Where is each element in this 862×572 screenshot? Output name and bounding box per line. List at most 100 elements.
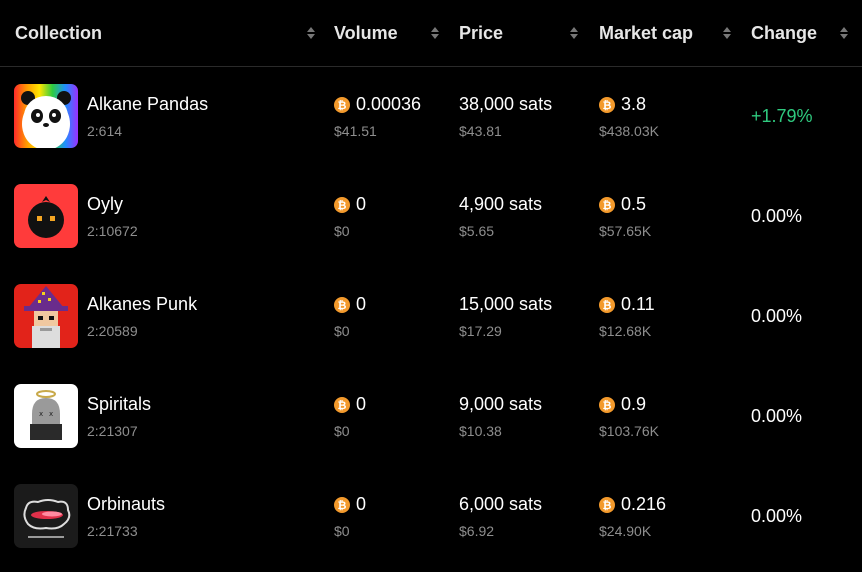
- market-cap-btc: ₿ 0.11: [599, 294, 655, 315]
- volume-btc: ₿ 0: [334, 494, 366, 515]
- market-cap-btc-value: 0.216: [621, 494, 667, 514]
- bitcoin-icon: ₿: [334, 396, 350, 413]
- market-cap-btc: ₿ 0.216: [599, 494, 666, 515]
- market-cap-btc-value: 3.8: [621, 94, 647, 114]
- table-header: Collection Volume Price Market cap Chang…: [0, 0, 862, 67]
- volume-btc-value: 0: [356, 194, 367, 214]
- sort-icon: [306, 25, 316, 41]
- market-cap-btc-value: 0.11: [621, 294, 655, 314]
- price-usd: $6.92: [459, 523, 495, 539]
- svg-text:₿: ₿: [338, 499, 347, 512]
- market-cap-usd: $438.03K: [599, 123, 659, 139]
- change-value: 0.00%: [751, 406, 803, 426]
- panda-avatar-icon: [14, 84, 78, 148]
- collection-name[interactable]: Oyly: [87, 194, 123, 215]
- sort-icon: [430, 25, 440, 41]
- volume-usd: $0: [334, 223, 350, 239]
- oyly-blob-avatar-icon: [14, 184, 78, 248]
- volume-usd: $0: [334, 523, 350, 539]
- column-header-price[interactable]: Price: [459, 0, 579, 66]
- volume-btc-value: 0: [356, 294, 367, 314]
- volume-usd: $0: [334, 423, 350, 439]
- price-sats: 6,000 sats: [459, 494, 543, 514]
- collection-id: 2:614: [87, 123, 123, 139]
- collection-id: 2:21307: [87, 423, 138, 439]
- price-sats: 15,000 sats: [459, 294, 553, 314]
- column-header-label: Collection: [15, 22, 103, 43]
- svg-text:₿: ₿: [338, 299, 347, 312]
- column-header-change[interactable]: Change: [751, 0, 849, 66]
- collection-name[interactable]: Orbinauts: [87, 494, 165, 515]
- market-cap-btc-value: 0.5: [621, 194, 647, 214]
- column-header-volume[interactable]: Volume: [334, 0, 440, 66]
- svg-text:x: x: [39, 410, 43, 418]
- column-header-label: Change: [751, 22, 818, 43]
- market-cap-usd: $57.65K: [599, 223, 652, 239]
- table-row[interactable]: Oyly 2:10672 ₿ 0 $0 4,900 sats $5.65 ₿ 0…: [0, 166, 862, 266]
- bitcoin-icon: ₿: [334, 296, 350, 313]
- collection-name[interactable]: Alkanes Punk: [87, 294, 197, 315]
- collections-table: Collection Volume Price Market cap Chang…: [0, 0, 862, 572]
- bitcoin-icon: ₿: [599, 396, 615, 413]
- volume-btc-value: 0: [356, 394, 367, 414]
- price-usd: $17.29: [459, 323, 502, 339]
- collection-name[interactable]: Spiritals: [87, 394, 151, 415]
- price-usd: $43.81: [459, 123, 502, 139]
- bitcoin-icon: ₿: [334, 96, 350, 113]
- market-cap-usd: $24.90K: [599, 523, 652, 539]
- volume-usd: $41.51: [334, 123, 377, 139]
- table-row[interactable]: x x Spiritals 2:21307 ₿ 0 $0 9,000 sats …: [0, 366, 862, 466]
- price-sats: 4,900 sats: [459, 194, 543, 214]
- svg-text:₿: ₿: [603, 399, 612, 412]
- sort-icon: [569, 25, 579, 41]
- svg-text:₿: ₿: [603, 199, 612, 212]
- column-header-label: Market cap: [599, 22, 694, 43]
- bitcoin-icon: ₿: [599, 296, 615, 313]
- svg-text:₿: ₿: [603, 99, 612, 112]
- price-sats: 38,000 sats: [459, 94, 553, 114]
- table-row[interactable]: Alkane Pandas 2:614 ₿ 0.00036 $41.51 38,…: [0, 66, 862, 166]
- column-header-label: Volume: [334, 22, 398, 43]
- table-row[interactable]: Orbinauts 2:21733 ₿ 0 $0 6,000 sats $6.9…: [0, 466, 862, 566]
- svg-text:x: x: [49, 410, 53, 418]
- change-value: 0.00%: [751, 306, 803, 326]
- table-row[interactable]: Alkanes Punk 2:20589 ₿ 0 $0 15,000 sats …: [0, 266, 862, 366]
- market-cap-usd: $12.68K: [599, 323, 652, 339]
- svg-text:₿: ₿: [603, 299, 612, 312]
- svg-text:₿: ₿: [338, 99, 347, 112]
- bitcoin-icon: ₿: [599, 196, 615, 213]
- ghost-avatar-icon: x x: [14, 384, 78, 448]
- volume-usd: $0: [334, 323, 350, 339]
- column-header-market-cap[interactable]: Market cap: [599, 0, 732, 66]
- svg-text:₿: ₿: [603, 499, 612, 512]
- sort-icon: [839, 25, 849, 41]
- bitcoin-icon: ₿: [599, 496, 615, 513]
- market-cap-btc: ₿ 3.8: [599, 94, 646, 115]
- price-usd: $5.65: [459, 223, 495, 239]
- sort-icon: [722, 25, 732, 41]
- bitcoin-icon: ₿: [599, 96, 615, 113]
- bitcoin-icon: ₿: [334, 496, 350, 513]
- collection-name[interactable]: Alkane Pandas: [87, 94, 208, 115]
- price-usd: $10.38: [459, 423, 502, 439]
- change-value: 0.00%: [751, 206, 803, 226]
- volume-btc: ₿ 0: [334, 194, 366, 215]
- market-cap-btc: ₿ 0.5: [599, 194, 646, 215]
- volume-btc: ₿ 0.00036: [334, 94, 421, 115]
- market-cap-usd: $103.76K: [599, 423, 659, 439]
- change-value: 0.00%: [751, 506, 803, 526]
- market-cap-btc: ₿ 0.9: [599, 394, 646, 415]
- collection-id: 2:10672: [87, 223, 138, 239]
- volume-btc: ₿ 0: [334, 294, 366, 315]
- column-header-collection[interactable]: Collection: [15, 0, 316, 66]
- price-sats: 9,000 sats: [459, 394, 543, 414]
- market-cap-btc-value: 0.9: [621, 394, 647, 414]
- change-value: +1.79%: [751, 106, 813, 126]
- orbinauts-logo-avatar-icon: [14, 484, 78, 548]
- svg-text:₿: ₿: [338, 399, 347, 412]
- bitcoin-icon: ₿: [334, 196, 350, 213]
- volume-btc: ₿ 0: [334, 394, 366, 415]
- volume-btc-value: 0: [356, 494, 367, 514]
- volume-btc-value: 0.00036: [356, 94, 422, 114]
- collection-id: 2:20589: [87, 323, 138, 339]
